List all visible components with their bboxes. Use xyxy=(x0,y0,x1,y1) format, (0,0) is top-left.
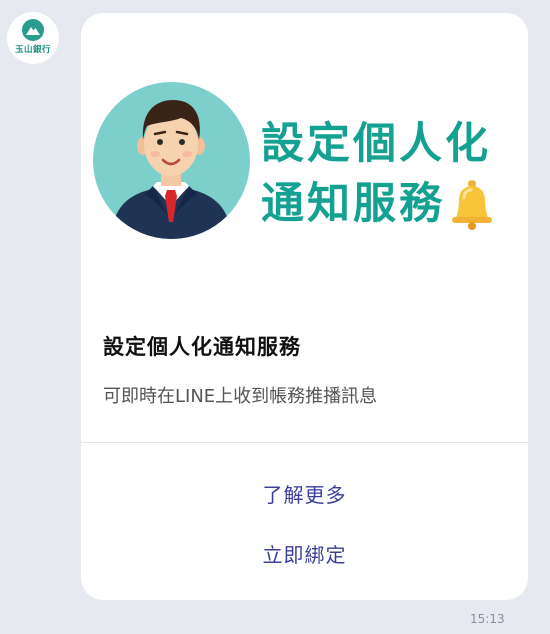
message-description: 可即時在LINE上收到帳務推播訊息 xyxy=(103,386,378,407)
bell-icon xyxy=(447,178,497,230)
esun-bank-logo-icon xyxy=(22,19,44,41)
sender-avatar[interactable]: 玉山銀行 xyxy=(7,12,59,64)
message-title: 設定個人化通知服務 xyxy=(103,335,301,359)
chat-area: 玉山銀行 設定個人化 通知服務 設定個人化通知服務 可即時在LINE上收到帳務推… xyxy=(0,0,550,634)
hero-image[interactable]: 設定個人化 通知服務 xyxy=(81,13,528,313)
message-card: 設定個人化 通知服務 設定個人化通知服務 可即時在LINE上收到帳務推播訊息 了… xyxy=(81,13,528,600)
message-timestamp: 15:13 xyxy=(470,612,505,626)
hero-line-1: 設定個人化 xyxy=(261,119,491,169)
hero-line-2: 通知服務 xyxy=(261,179,445,229)
learn-more-button[interactable]: 了解更多 xyxy=(81,479,528,508)
sender-name: 玉山銀行 xyxy=(14,45,51,55)
hero-headline: 設定個人化 通知服務 xyxy=(261,114,497,234)
bind-now-button[interactable]: 立即綁定 xyxy=(81,539,528,568)
divider xyxy=(81,442,528,443)
businessman-avatar-illustration xyxy=(93,82,250,239)
hero-line-2-row: 通知服務 xyxy=(261,174,497,234)
